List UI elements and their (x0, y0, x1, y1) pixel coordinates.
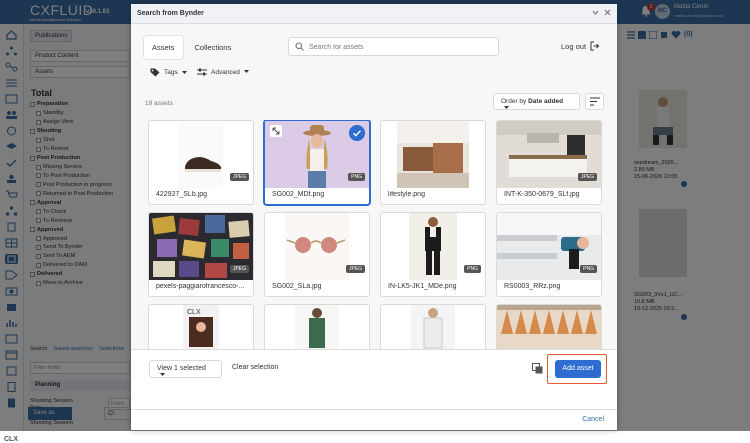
dialog-controls (592, 9, 611, 16)
view-selected-dropdown[interactable]: View 1 selected (149, 360, 222, 378)
logout-button[interactable]: Log out (561, 41, 600, 51)
caret-down-icon (181, 70, 187, 74)
asset-name: SG002_SLa.jpg (272, 283, 322, 290)
asset-name: RS0003_RRz.png (504, 283, 561, 290)
asset-card[interactable]: PNG IN-LK5-JK1_MDe.png (380, 212, 486, 297)
tab-assets[interactable]: Assets (144, 36, 183, 59)
asset-image (265, 305, 369, 349)
clear-selection-button[interactable]: Clear selection (232, 364, 278, 371)
asset-card[interactable]: JPEG SG002_SLa.jpg (264, 212, 370, 297)
dialog-header: Search from Bynder (131, 4, 617, 24)
tags-label: Tags (164, 69, 178, 76)
caret-down-icon (243, 70, 249, 73)
asset-card[interactable] (264, 304, 370, 349)
svg-text:CLX: CLX (187, 309, 201, 316)
asset-card[interactable]: PNG RS0003_RRz.png (496, 212, 602, 297)
selection-bar: View 1 selected Clear selection Add asse… (131, 349, 617, 409)
sliders-icon (197, 68, 207, 76)
asset-card[interactable] (380, 304, 486, 349)
asset-card[interactable]: JPEG INT-K-350-0679_SLf.jpg (496, 120, 602, 205)
asset-card[interactable]: PNG SG002_MDf.png (264, 120, 370, 205)
asset-image (497, 305, 601, 349)
collapse-icon[interactable] (592, 9, 599, 16)
advanced-label: Advanced (211, 68, 240, 76)
view-selected-label: View 1 selected (157, 365, 206, 372)
sort-icon (590, 97, 600, 106)
file-type-badge: JPEG (345, 265, 365, 273)
caret-down-icon (504, 106, 509, 110)
order-prefix: Order by (501, 98, 527, 105)
asset-image: CLX (149, 305, 253, 349)
asset-card[interactable] (496, 304, 602, 349)
caret-down-icon (160, 373, 165, 377)
asset-grid: JPEG 422927_SLb.jpg PNG SG002_MDf.png li… (148, 120, 603, 349)
dialog-body: Assets Collections Log out Tags Advanced (131, 24, 617, 409)
asset-image (381, 305, 485, 349)
logout-icon (590, 41, 600, 51)
search-icon (295, 42, 304, 51)
tags-filter[interactable]: Tags (150, 68, 187, 77)
expand-icon[interactable] (270, 125, 282, 137)
sort-direction-button[interactable] (585, 93, 604, 110)
asset-card[interactable]: JPEG 422927_SLb.jpg (148, 120, 254, 205)
file-type-badge: JPEG (577, 173, 597, 181)
search-box (288, 37, 499, 56)
asset-card[interactable]: CLX (148, 304, 254, 349)
close-icon[interactable] (604, 9, 611, 16)
file-type-badge: JPEG (229, 265, 249, 273)
footer-logo: CLX (4, 436, 18, 443)
asset-card[interactable]: JPEG pexels-paggiarofrancesco-... (148, 212, 254, 297)
advanced-filter[interactable]: Advanced (197, 68, 249, 76)
order-by-select[interactable]: Order by Date added (493, 93, 580, 110)
file-type-badge: PNG (464, 265, 481, 273)
bynder-dialog: Search from Bynder Assets Collections Lo… (131, 4, 617, 430)
asset-name: SG002_MDf.png (272, 191, 325, 198)
asset-name: INT-K-350-0679_SLf.jpg (504, 191, 580, 198)
asset-name: pexels-paggiarofrancesco-... (156, 283, 245, 290)
add-asset-button[interactable]: Add asset (555, 360, 601, 378)
asset-count: 19 assets (145, 100, 173, 107)
dialog-footer: Cancel (131, 409, 617, 430)
cancel-button[interactable]: Cancel (582, 416, 604, 423)
order-value: Date added (528, 98, 564, 105)
asset-name: IN-LK5-JK1_MDe.png (388, 283, 457, 290)
file-type-badge: PNG (348, 173, 365, 181)
search-input[interactable] (309, 41, 489, 53)
tag-icon (150, 68, 160, 77)
asset-name: 422927_SLb.jpg (156, 191, 207, 198)
asset-name: lifestyle.png (388, 191, 425, 198)
dialog-title: Search from Bynder (137, 10, 204, 17)
tab-collections[interactable]: Collections (187, 36, 240, 59)
bynder-widget: Assets Collections Log out Tags Advanced (131, 24, 617, 409)
file-type-badge: PNG (580, 265, 597, 273)
stack-icon[interactable] (532, 363, 543, 374)
asset-tabs: Assets Collections (144, 36, 239, 59)
selected-check-icon[interactable] (349, 125, 365, 141)
asset-card[interactable]: lifestyle.png (380, 120, 486, 205)
logout-label: Log out (561, 41, 587, 51)
file-type-badge: JPEG (229, 173, 249, 181)
asset-image (381, 121, 485, 188)
